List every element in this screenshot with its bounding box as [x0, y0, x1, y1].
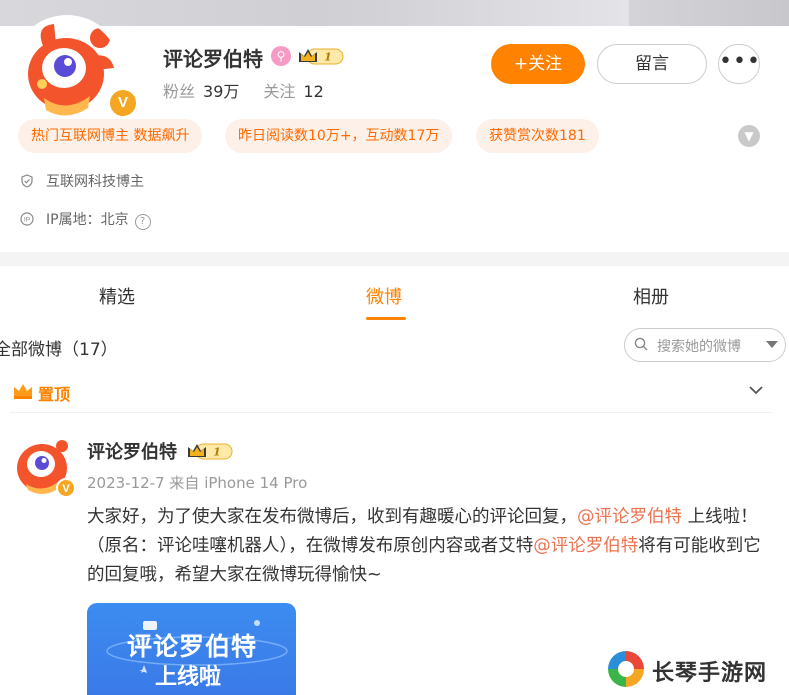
- post-verified-v: V: [62, 483, 70, 495]
- banner-image: [369, 0, 629, 26]
- following-label: 关注: [263, 82, 296, 101]
- active-tab-indicator: [366, 317, 406, 320]
- post-image-card[interactable]: 评论罗伯特 上线啦: [87, 603, 296, 695]
- post-author-name[interactable]: 评论罗伯特: [87, 438, 177, 464]
- post-date[interactable]: 2023-12-7: [87, 474, 165, 492]
- chevron-down-icon[interactable]: [748, 384, 764, 396]
- profile-stats: 粉丝 39万 关注 12: [163, 78, 348, 102]
- tab-weibo[interactable]: 微博: [366, 283, 402, 309]
- profile-header: V 评论罗伯特 ⚲ 1 粉丝 39万 关注 12 +关注 留言 ••• 热门互联网博主…: [0, 18, 789, 266]
- ip-row: IP IP属地：北京?: [20, 209, 151, 230]
- category-text: 互联网科技博主: [46, 174, 144, 190]
- fans-label: 粉丝: [163, 82, 196, 101]
- following-count[interactable]: 12: [303, 82, 323, 101]
- avatar-image: [14, 18, 120, 124]
- follow-button[interactable]: +关注: [491, 44, 585, 84]
- pink-badge-icon[interactable]: ⚲: [271, 46, 291, 66]
- filter-bar: 全部微博（17） 搜索她的微博: [0, 322, 789, 370]
- mention-link-2[interactable]: @评论罗伯特: [533, 536, 638, 556]
- expand-tags-chevron-icon[interactable]: ▼: [738, 125, 760, 147]
- profile-tabs: 精选 微博 相册: [0, 266, 789, 323]
- tab-album[interactable]: 相册: [633, 283, 669, 309]
- pinned-label: 置顶: [38, 385, 71, 404]
- post-body: 大家好，为了使大家在发布微博后，收到有趣暖心的评论回复，@评论罗伯特 上线啦！（…: [87, 503, 767, 590]
- tag-reward-count[interactable]: 获赞赏次数181: [476, 119, 599, 153]
- post-meta: 2023-12-7 来自 iPhone 14 Pro: [87, 472, 307, 493]
- help-icon[interactable]: ?: [134, 214, 151, 230]
- tag-hot-blogger[interactable]: 热门互联网博主 数据飙升: [18, 119, 203, 153]
- post-author-avatar[interactable]: V: [8, 432, 76, 500]
- search-icon: [634, 337, 648, 351]
- post-source: 来自 iPhone 14 Pro: [169, 474, 308, 492]
- more-options-button[interactable]: •••: [718, 44, 760, 84]
- level-crown-badge-icon[interactable]: 1: [297, 46, 345, 66]
- site-watermark: 长琴手游网: [600, 644, 789, 695]
- ip-location-icon: IP: [20, 212, 34, 226]
- profile-avatar[interactable]: V: [14, 18, 138, 126]
- post-level-number: 1: [213, 446, 221, 459]
- watermark-text: 长琴手游网: [652, 661, 768, 686]
- all-weibo-count: 全部微博（17）: [0, 340, 118, 360]
- card-subtitle: 上线啦: [155, 665, 222, 690]
- mention-link-1[interactable]: @评论罗伯特: [577, 507, 682, 527]
- post-level-crown-badge-icon[interactable]: 1: [186, 441, 234, 461]
- tag-read-stats[interactable]: 昨日阅读数10万+，互动数17万: [225, 119, 453, 153]
- shield-check-icon: [21, 174, 33, 188]
- search-her-weibo-input[interactable]: 搜索她的微博: [624, 328, 786, 362]
- fans-count[interactable]: 39万: [203, 82, 239, 101]
- verified-badge-icon: V: [108, 88, 138, 118]
- section-divider: [0, 252, 789, 266]
- ip-text: IP属地：北京: [46, 212, 129, 228]
- post-text-part1: 大家好，为了使大家在发布微博后，收到有趣暖心的评论回复，: [87, 507, 577, 527]
- pinned-header: 置顶: [10, 374, 772, 413]
- svg-text:IP: IP: [24, 217, 30, 224]
- message-button[interactable]: 留言: [597, 44, 707, 84]
- tab-featured[interactable]: 精选: [99, 283, 135, 309]
- mascot-icon: [14, 18, 120, 124]
- pinned-crown-icon: [14, 384, 32, 399]
- level-number: 1: [324, 51, 332, 64]
- watermark-logo-icon: [606, 649, 646, 689]
- category-row: 互联网科技博主: [20, 171, 144, 191]
- profile-name: 评论罗伯特: [163, 47, 263, 71]
- card-title: 评论罗伯特: [127, 632, 258, 661]
- search-placeholder: 搜索她的微博: [657, 339, 741, 355]
- dropdown-caret-icon[interactable]: [766, 341, 778, 348]
